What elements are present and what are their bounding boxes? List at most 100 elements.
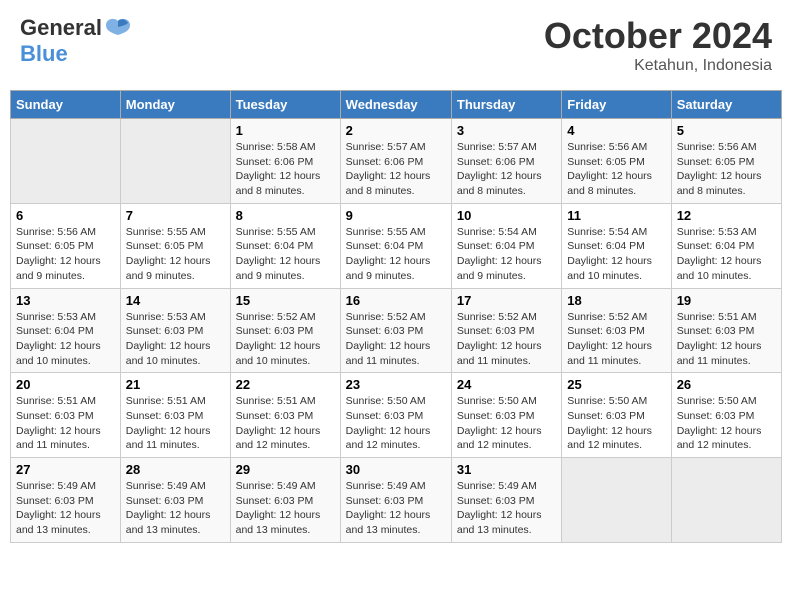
weekday-header-cell: Monday [120,91,230,119]
title-area: October 2024 Ketahun, Indonesia [544,15,772,75]
calendar-day-cell [11,119,121,204]
day-info: Sunrise: 5:52 AMSunset: 6:03 PMDaylight:… [457,310,556,369]
calendar-day-cell: 3 Sunrise: 5:57 AMSunset: 6:06 PMDaylight… [451,119,561,204]
day-number: 8 [236,208,335,223]
calendar-day-cell: 7 Sunrise: 5:55 AMSunset: 6:05 PMDaylight… [120,203,230,288]
calendar-day-cell [562,458,671,543]
calendar-day-cell: 18 Sunrise: 5:52 AMSunset: 6:03 PMDayligh… [562,288,671,373]
day-info: Sunrise: 5:56 AMSunset: 6:05 PMDaylight:… [16,225,115,284]
day-info: Sunrise: 5:57 AMSunset: 6:06 PMDaylight:… [457,140,556,199]
logo: General Blue [20,15,132,67]
calendar-day-cell: 5 Sunrise: 5:56 AMSunset: 6:05 PMDaylight… [671,119,781,204]
day-number: 30 [346,462,446,477]
day-info: Sunrise: 5:54 AMSunset: 6:04 PMDaylight:… [457,225,556,284]
calendar-day-cell: 16 Sunrise: 5:52 AMSunset: 6:03 PMDayligh… [340,288,451,373]
day-number: 26 [677,377,776,392]
day-number: 13 [16,293,115,308]
day-info: Sunrise: 5:49 AMSunset: 6:03 PMDaylight:… [16,479,115,538]
day-info: Sunrise: 5:51 AMSunset: 6:03 PMDaylight:… [16,394,115,453]
weekday-header-row: SundayMondayTuesdayWednesdayThursdayFrid… [11,91,782,119]
calendar-day-cell: 26 Sunrise: 5:50 AMSunset: 6:03 PMDayligh… [671,373,781,458]
day-number: 9 [346,208,446,223]
day-number: 7 [126,208,225,223]
day-info: Sunrise: 5:49 AMSunset: 6:03 PMDaylight:… [126,479,225,538]
day-info: Sunrise: 5:51 AMSunset: 6:03 PMDaylight:… [677,310,776,369]
day-info: Sunrise: 5:49 AMSunset: 6:03 PMDaylight:… [236,479,335,538]
day-number: 15 [236,293,335,308]
calendar-day-cell: 9 Sunrise: 5:55 AMSunset: 6:04 PMDaylight… [340,203,451,288]
month-title: October 2024 [544,15,772,57]
day-info: Sunrise: 5:52 AMSunset: 6:03 PMDaylight:… [567,310,665,369]
day-info: Sunrise: 5:50 AMSunset: 6:03 PMDaylight:… [457,394,556,453]
day-info: Sunrise: 5:50 AMSunset: 6:03 PMDaylight:… [677,394,776,453]
calendar-day-cell: 8 Sunrise: 5:55 AMSunset: 6:04 PMDaylight… [230,203,340,288]
calendar-day-cell: 17 Sunrise: 5:52 AMSunset: 6:03 PMDayligh… [451,288,561,373]
day-info: Sunrise: 5:53 AMSunset: 6:03 PMDaylight:… [126,310,225,369]
day-info: Sunrise: 5:51 AMSunset: 6:03 PMDaylight:… [236,394,335,453]
day-number: 2 [346,123,446,138]
day-number: 4 [567,123,665,138]
day-number: 28 [126,462,225,477]
day-info: Sunrise: 5:55 AMSunset: 6:05 PMDaylight:… [126,225,225,284]
calendar-day-cell: 31 Sunrise: 5:49 AMSunset: 6:03 PMDayligh… [451,458,561,543]
calendar-day-cell: 10 Sunrise: 5:54 AMSunset: 6:04 PMDayligh… [451,203,561,288]
calendar-week-row: 20 Sunrise: 5:51 AMSunset: 6:03 PMDayligh… [11,373,782,458]
calendar-day-cell [120,119,230,204]
day-info: Sunrise: 5:49 AMSunset: 6:03 PMDaylight:… [346,479,446,538]
day-number: 3 [457,123,556,138]
calendar-day-cell: 29Sunrise: 5:49 AMSunset: 6:03 PMDayligh… [230,458,340,543]
day-number: 11 [567,208,665,223]
weekday-header-cell: Wednesday [340,91,451,119]
calendar-day-cell: 30 Sunrise: 5:49 AMSunset: 6:03 PMDayligh… [340,458,451,543]
day-info: Sunrise: 5:52 AMSunset: 6:03 PMDaylight:… [236,310,335,369]
weekday-header-cell: Tuesday [230,91,340,119]
calendar-day-cell: 14 Sunrise: 5:53 AMSunset: 6:03 PMDayligh… [120,288,230,373]
calendar-day-cell: 21Sunrise: 5:51 AMSunset: 6:03 PMDayligh… [120,373,230,458]
day-info: Sunrise: 5:55 AMSunset: 6:04 PMDaylight:… [346,225,446,284]
calendar-day-cell [671,458,781,543]
day-info: Sunrise: 5:50 AMSunset: 6:03 PMDaylight:… [346,394,446,453]
day-number: 16 [346,293,446,308]
day-info: Sunrise: 5:53 AMSunset: 6:04 PMDaylight:… [16,310,115,369]
calendar-day-cell: 2 Sunrise: 5:57 AMSunset: 6:06 PMDaylight… [340,119,451,204]
weekday-header-cell: Thursday [451,91,561,119]
day-number: 18 [567,293,665,308]
day-info: Sunrise: 5:55 AMSunset: 6:04 PMDaylight:… [236,225,335,284]
day-info: Sunrise: 5:54 AMSunset: 6:04 PMDaylight:… [567,225,665,284]
day-number: 25 [567,377,665,392]
calendar-day-cell: 24 Sunrise: 5:50 AMSunset: 6:03 PMDayligh… [451,373,561,458]
day-number: 19 [677,293,776,308]
calendar-day-cell: 22 Sunrise: 5:51 AMSunset: 6:03 PMDayligh… [230,373,340,458]
calendar-week-row: 1Sunrise: 5:58 AMSunset: 6:06 PMDaylight… [11,119,782,204]
calendar-day-cell: 1Sunrise: 5:58 AMSunset: 6:06 PMDaylight… [230,119,340,204]
calendar-day-cell: 6Sunrise: 5:56 AMSunset: 6:05 PMDaylight… [11,203,121,288]
day-number: 14 [126,293,225,308]
day-info: Sunrise: 5:50 AMSunset: 6:03 PMDaylight:… [567,394,665,453]
calendar-day-cell: 15 Sunrise: 5:52 AMSunset: 6:03 PMDayligh… [230,288,340,373]
day-info: Sunrise: 5:56 AMSunset: 6:05 PMDaylight:… [677,140,776,199]
day-info: Sunrise: 5:57 AMSunset: 6:06 PMDaylight:… [346,140,446,199]
calendar-day-cell: 19 Sunrise: 5:51 AMSunset: 6:03 PMDayligh… [671,288,781,373]
day-number: 20 [16,377,115,392]
weekday-header-cell: Friday [562,91,671,119]
calendar-day-cell: 11 Sunrise: 5:54 AMSunset: 6:04 PMDayligh… [562,203,671,288]
calendar-table: SundayMondayTuesdayWednesdayThursdayFrid… [10,90,782,543]
calendar-body: 1Sunrise: 5:58 AMSunset: 6:06 PMDaylight… [11,119,782,543]
day-number: 10 [457,208,556,223]
day-number: 5 [677,123,776,138]
calendar-day-cell: 13 Sunrise: 5:53 AMSunset: 6:04 PMDayligh… [11,288,121,373]
day-info: Sunrise: 5:56 AMSunset: 6:05 PMDaylight:… [567,140,665,199]
logo-general-text: General [20,15,102,41]
calendar-day-cell: 12Sunrise: 5:53 AMSunset: 6:04 PMDayligh… [671,203,781,288]
day-number: 12 [677,208,776,223]
location: Ketahun, Indonesia [544,57,772,75]
day-number: 17 [457,293,556,308]
logo-blue-text: Blue [20,41,68,66]
day-info: Sunrise: 5:58 AMSunset: 6:06 PMDaylight:… [236,140,335,199]
day-number: 24 [457,377,556,392]
day-number: 22 [236,377,335,392]
calendar-day-cell: 23Sunrise: 5:50 AMSunset: 6:03 PMDayligh… [340,373,451,458]
day-info: Sunrise: 5:49 AMSunset: 6:03 PMDaylight:… [457,479,556,538]
day-number: 31 [457,462,556,477]
day-info: Sunrise: 5:52 AMSunset: 6:03 PMDaylight:… [346,310,446,369]
